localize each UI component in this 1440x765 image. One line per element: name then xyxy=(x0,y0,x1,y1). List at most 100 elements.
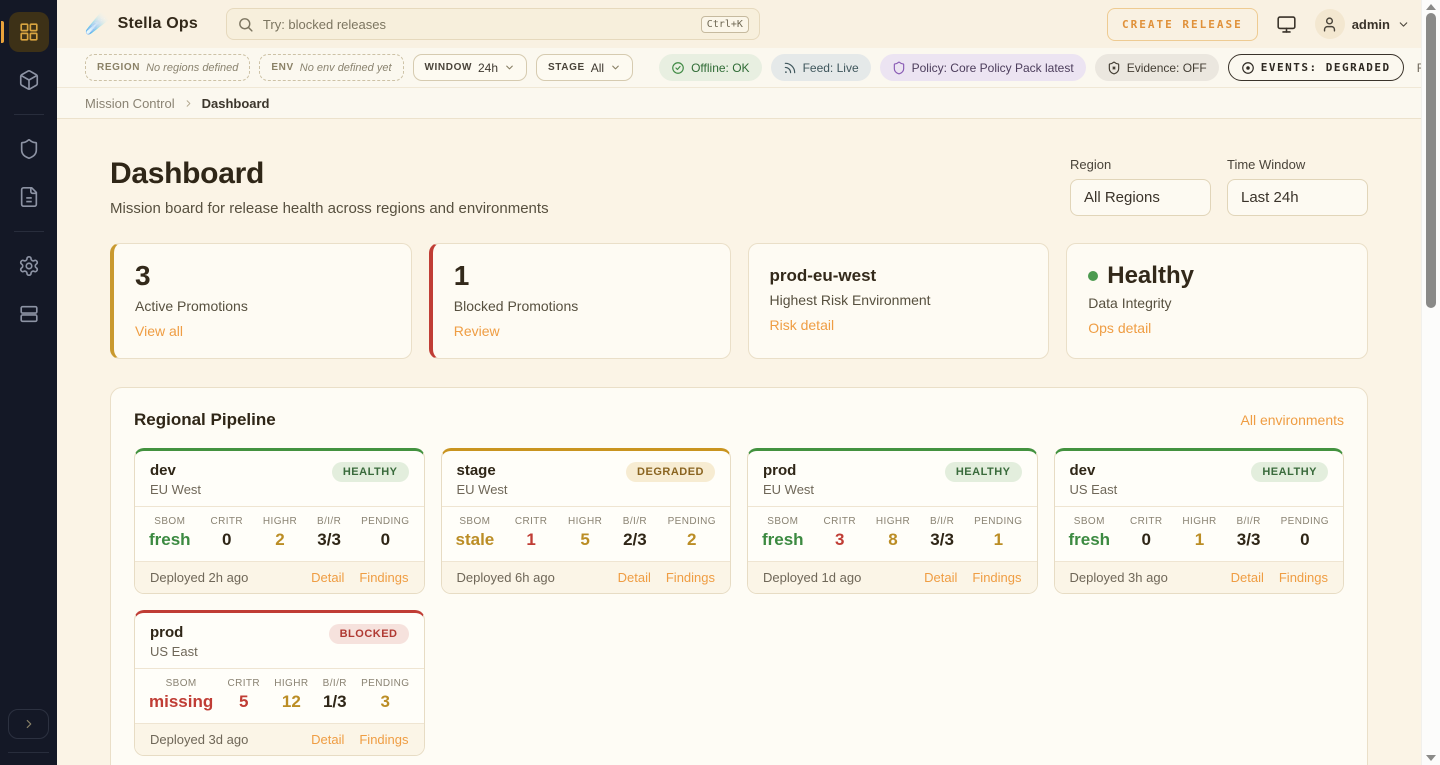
findings-link[interactable]: Findings xyxy=(972,570,1021,585)
env-card-dev-us-east: dev US East HEALTHY SBOMfresh CRITR0 HIG… xyxy=(1054,448,1345,594)
metric-value-sbom: fresh xyxy=(149,530,191,550)
env-name: dev xyxy=(1070,462,1118,479)
time-window-select[interactable]: Last 24h xyxy=(1227,179,1368,216)
metric-label: PENDING xyxy=(361,516,409,527)
stat-label: Data Integrity xyxy=(1088,295,1346,311)
stat-label: Highest Risk Environment xyxy=(770,292,1028,308)
metric-label: B/I/R xyxy=(317,516,341,527)
sidebar-item-releases[interactable] xyxy=(9,60,49,100)
all-environments-link[interactable]: All environments xyxy=(1241,412,1345,428)
sidebar-item-settings[interactable] xyxy=(9,246,49,286)
regional-pipeline-panel: Regional Pipeline All environments dev E… xyxy=(110,387,1368,765)
active-indicator-bar xyxy=(1,21,4,43)
chip-value: 24h xyxy=(478,61,498,75)
deployed-timestamp: Deployed 3d ago xyxy=(150,732,248,747)
display-monitor-icon[interactable] xyxy=(1276,14,1297,35)
search-input[interactable] xyxy=(263,17,692,32)
stat-label: Active Promotions xyxy=(135,298,390,314)
metric-label: B/I/R xyxy=(323,678,347,689)
metric-label: HIGHR xyxy=(1182,516,1216,527)
metric-label: B/I/R xyxy=(930,516,954,527)
sidebar-divider xyxy=(14,114,44,115)
status-badge: HEALTHY xyxy=(1251,462,1328,482)
sidebar-item-infrastructure[interactable] xyxy=(9,294,49,334)
findings-link[interactable]: Findings xyxy=(1279,570,1328,585)
metric-value-sbom: fresh xyxy=(762,530,804,550)
detail-link[interactable]: Detail xyxy=(311,570,344,585)
review-link[interactable]: Review xyxy=(454,323,500,339)
metric-label: CRITR xyxy=(515,516,548,527)
check-circle-icon xyxy=(671,61,685,75)
metric-label: CRITR xyxy=(210,516,243,527)
server-stack-icon xyxy=(18,303,40,325)
search-icon xyxy=(237,16,254,33)
detail-link[interactable]: Detail xyxy=(311,732,344,747)
view-all-link[interactable]: View all xyxy=(135,323,183,339)
sidebar-expand-button[interactable] xyxy=(8,709,49,739)
detail-link[interactable]: Detail xyxy=(618,570,651,585)
region-filter-chip[interactable]: REGION No regions defined xyxy=(85,54,250,81)
shield-x-icon xyxy=(1107,61,1121,75)
findings-link[interactable]: Findings xyxy=(666,570,715,585)
metric-label: HIGHR xyxy=(876,516,910,527)
stat-value: prod-eu-west xyxy=(770,261,1028,286)
scrollbar-thumb[interactable] xyxy=(1426,13,1436,308)
metric-value-pending: 3 xyxy=(361,692,409,712)
metric-label: SBOM xyxy=(1069,516,1111,527)
metric-label: PENDING xyxy=(974,516,1022,527)
breadcrumb: Mission Control Dashboard xyxy=(57,88,1440,119)
vertical-scrollbar[interactable] xyxy=(1421,0,1440,765)
time-window-select-value: Last 24h xyxy=(1241,189,1299,206)
metric-value-bir: 3/3 xyxy=(317,530,341,550)
detail-link[interactable]: Detail xyxy=(924,570,957,585)
metric-value-critr: 5 xyxy=(227,692,260,712)
create-release-button[interactable]: CREATE RELEASE xyxy=(1107,8,1258,41)
region-select-value: All Regions xyxy=(1084,189,1160,206)
stat-value: 3 xyxy=(135,261,390,292)
metric-label: PENDING xyxy=(668,516,716,527)
stats-row: 3 Active Promotions View all 1 Blocked P… xyxy=(110,243,1368,359)
env-card-prod-us-east: prod US East BLOCKED SBOMmissing CRITR5 … xyxy=(134,610,425,756)
global-search[interactable]: Ctrl+K xyxy=(226,8,760,40)
ops-detail-link[interactable]: Ops detail xyxy=(1088,320,1151,336)
status-text: Feed: Live xyxy=(803,61,859,75)
stat-label: Blocked Promotions xyxy=(454,298,709,314)
sidebar-item-security[interactable] xyxy=(9,129,49,169)
deployed-timestamp: Deployed 1d ago xyxy=(763,570,861,585)
scroll-down-arrow[interactable] xyxy=(1426,755,1436,761)
sidebar-item-documents[interactable] xyxy=(9,177,49,217)
breadcrumb-mission-control[interactable]: Mission Control xyxy=(85,96,175,111)
dashboard-grid-icon xyxy=(18,21,40,43)
metric-value-bir: 1/3 xyxy=(323,692,347,712)
env-region: EU West xyxy=(150,482,201,497)
metric-label: HIGHR xyxy=(274,678,308,689)
detail-link[interactable]: Detail xyxy=(1231,570,1264,585)
metric-value-critr: 3 xyxy=(823,530,856,550)
chevron-right-icon xyxy=(183,98,194,109)
status-text: Offline: OK xyxy=(691,61,749,75)
sidebar-item-dashboard[interactable] xyxy=(9,12,49,52)
metric-label: HIGHR xyxy=(263,516,297,527)
metric-value-critr: 0 xyxy=(1130,530,1163,550)
chip-label: WINDOW xyxy=(425,62,472,73)
findings-link[interactable]: Findings xyxy=(359,570,408,585)
risk-detail-link[interactable]: Risk detail xyxy=(770,317,835,333)
feed-status-pill: Feed: Live xyxy=(771,54,871,81)
stage-filter-chip[interactable]: STAGE All xyxy=(536,54,633,81)
window-filter-chip[interactable]: WINDOW 24h xyxy=(413,54,528,81)
shield-icon xyxy=(18,138,40,160)
findings-link[interactable]: Findings xyxy=(359,732,408,747)
user-menu[interactable]: admin xyxy=(1315,9,1410,39)
metric-value-highr: 12 xyxy=(274,692,308,712)
header-actions: CREATE RELEASE admin xyxy=(1107,8,1410,41)
health-status-text: Healthy xyxy=(1107,263,1194,289)
metric-value-highr: 2 xyxy=(263,530,297,550)
scroll-up-arrow[interactable] xyxy=(1426,4,1436,10)
top-header: ☄️ Stella Ops Ctrl+K CREATE RELEASE admi… xyxy=(57,0,1440,48)
env-filter-chip[interactable]: ENV No env defined yet xyxy=(259,54,403,81)
stat-card-data-integrity: Healthy Data Integrity Ops detail xyxy=(1066,243,1368,359)
env-card-stage-eu-west: stage EU West DEGRADED SBOMstale CRITR1 … xyxy=(441,448,732,594)
metric-label: B/I/R xyxy=(623,516,647,527)
region-select[interactable]: All Regions xyxy=(1070,179,1211,216)
env-region: EU West xyxy=(457,482,508,497)
